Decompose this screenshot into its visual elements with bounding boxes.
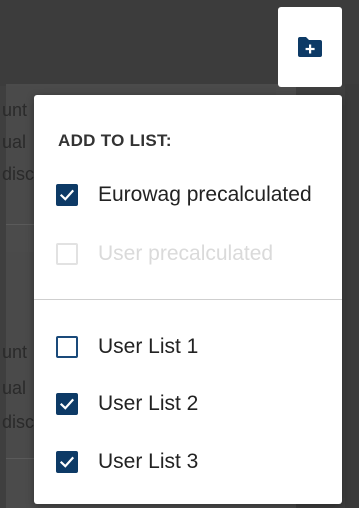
option-label: User List 1 xyxy=(98,335,199,358)
checkmark-icon xyxy=(59,189,75,201)
folder-plus-icon xyxy=(298,37,322,57)
background-text: ual xyxy=(2,132,27,152)
background-text: ual xyxy=(2,378,27,398)
background-text: unt xyxy=(2,100,28,120)
menu-title: ADD TO LIST: xyxy=(58,131,172,150)
option-label: User List 3 xyxy=(98,450,199,473)
option-user-list-2[interactable]: User List 2 xyxy=(56,389,198,419)
checkbox-checked[interactable] xyxy=(56,393,78,415)
background-edge xyxy=(345,84,359,508)
checkbox-checked[interactable] xyxy=(56,451,78,473)
background-text: unt xyxy=(2,342,28,362)
option-user-precalculated: User precalculated xyxy=(56,239,273,269)
checkbox-checked[interactable] xyxy=(56,184,78,206)
checkbox-disabled xyxy=(56,243,78,265)
option-user-list-3[interactable]: User List 3 xyxy=(56,447,198,477)
checkbox-unchecked[interactable] xyxy=(56,336,78,358)
add-to-list-menu: ADD TO LIST: Eurowag precalculated User … xyxy=(34,95,342,504)
menu-divider xyxy=(34,299,342,300)
background-text: disc xyxy=(2,412,35,432)
option-label: Eurowag precalculated xyxy=(98,183,312,206)
checkmark-icon xyxy=(59,398,75,410)
option-eurowag-precalculated[interactable]: Eurowag precalculated xyxy=(56,180,312,210)
background-text: disc xyxy=(2,164,35,184)
add-to-list-button[interactable] xyxy=(278,7,342,87)
option-label: User precalculated xyxy=(98,242,274,265)
checkmark-icon xyxy=(59,456,75,468)
option-user-list-1[interactable]: User List 1 xyxy=(56,332,198,362)
option-label: User List 2 xyxy=(98,392,199,415)
